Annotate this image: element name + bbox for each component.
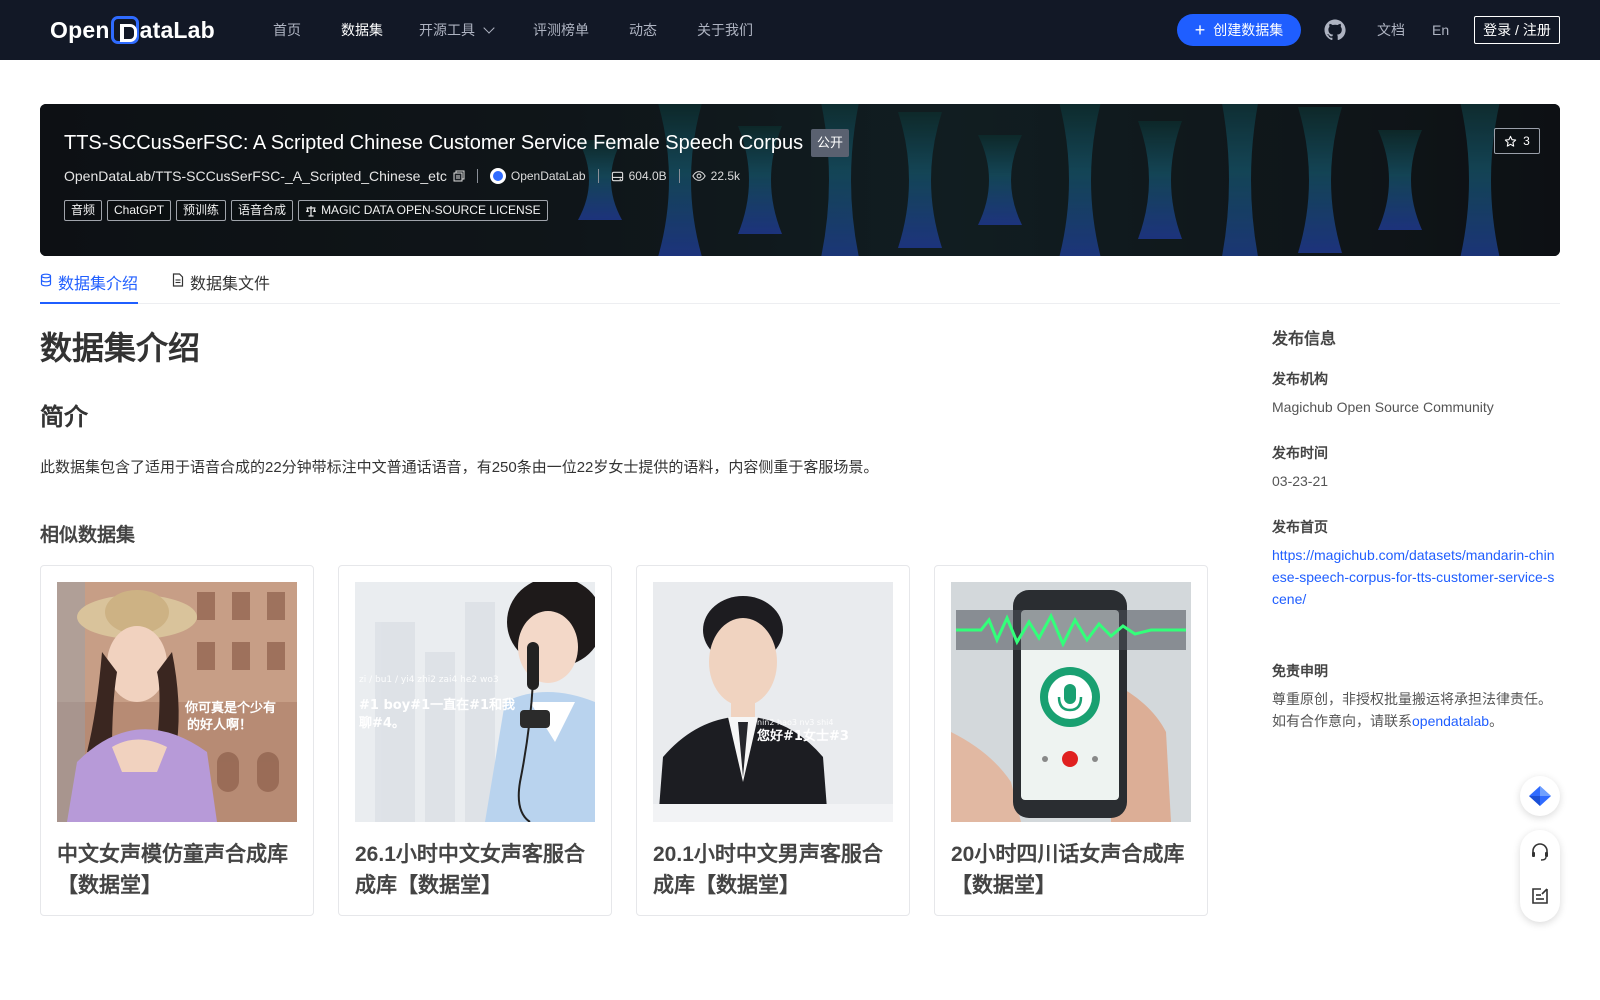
nav-about[interactable]: 关于我们 [697, 20, 753, 40]
card-title: 26.1小时中文女声客服合成库【数据堂】 [355, 843, 585, 897]
card-overlay-text: 您好#1女士#3 [757, 728, 849, 744]
meta-divider [476, 169, 478, 183]
dataset-meta-row: OpenDataLab/TTS-SCCusSerFSC-_A_Scripted_… [64, 166, 740, 186]
card-thumbnail: zi / bu1 / yi4 zhi2 zai4 he2 wo3 #1 boy#… [355, 582, 595, 822]
feedback-icon[interactable] [1530, 886, 1550, 906]
license-icon [306, 205, 317, 217]
back-to-top-icon [1529, 786, 1551, 806]
meta-divider [678, 169, 680, 183]
publisher-value: Magichub Open Source Community [1272, 399, 1494, 415]
chevron-down-icon [483, 22, 495, 34]
disclaimer-suffix: 。 [1489, 713, 1504, 729]
disclaimer-prefix: 如有合作意向，请联系 [1272, 713, 1412, 729]
license-label: MAGIC DATA OPEN-SOURCE LICENSE [321, 203, 541, 217]
card-overlay-text: #1 boy#1一直在#1和我 [359, 697, 515, 713]
logo-text-left: Open [50, 16, 110, 43]
disclaimer-line-1: 尊重原创，非授权批量搬运将承担法律责任。 [1272, 691, 1552, 707]
similar-dataset-card[interactable]: 你可真是个少有 的好人啊！ 中文女声模仿童声合成库【数据堂】 [40, 565, 314, 916]
back-to-top-button[interactable] [1520, 776, 1560, 816]
tag-tts[interactable]: 语音合成 [231, 200, 294, 221]
similar-datasets-title: 相似数据集 [40, 525, 136, 546]
dataset-tabs: 数据集介绍 数据集文件 [40, 262, 1560, 304]
card-thumbnail [951, 582, 1191, 822]
card-title: 中文女声模仿童声合成库【数据堂】 [57, 843, 288, 897]
headset-icon[interactable] [1530, 842, 1550, 862]
plus-icon: + [1194, 20, 1206, 40]
svg-text:nin2 hao3 nv3 shi4: nin2 hao3 nv3 shi4 [757, 718, 833, 727]
star-count: 3 [1523, 134, 1530, 148]
org-avatar [489, 168, 506, 184]
dataset-size: 604.0B [611, 169, 667, 183]
section-title-intro: 简介 [40, 404, 88, 431]
page-title: 数据集介绍 [40, 330, 201, 366]
github-icon[interactable] [1323, 18, 1347, 42]
similar-dataset-card[interactable]: zi / bu1 / yi4 zhi2 zai4 he2 wo3 #1 boy#… [338, 565, 612, 916]
tab-dataset-files[interactable]: 数据集文件 [172, 270, 270, 304]
tag-chatgpt[interactable]: ChatGPT [107, 200, 172, 221]
star-button[interactable]: 3 [1494, 128, 1540, 154]
top-navbar: Open ataLab 首页 数据集 开源工具 评测榜单 动态 关于我们 + 创… [0, 0, 1600, 60]
opendatalab-contact-link[interactable]: opendatalab [1412, 713, 1489, 729]
visibility-badge: 公开 [811, 129, 850, 157]
floating-tools [1520, 830, 1560, 922]
storage-icon [611, 171, 623, 181]
nav-home[interactable]: 首页 [273, 20, 301, 40]
tab-dataset-files-label: 数据集文件 [190, 276, 271, 293]
homepage-label: 发布首页 [1272, 519, 1328, 535]
publisher-label: 发布机构 [1272, 371, 1328, 387]
dataset-title: TTS-SCCusSerFSC: A Scripted Chinese Cust… [64, 132, 804, 154]
card-title: 20小时四川话女声合成库【数据堂】 [951, 843, 1185, 897]
star-icon [1504, 135, 1517, 147]
language-switch[interactable]: En [1432, 20, 1449, 40]
card-overlay-text: 的好人啊！ [187, 717, 252, 733]
copy-icon[interactable] [453, 170, 465, 182]
dataset-views: 22.5k [691, 169, 740, 183]
nav-open-tools[interactable]: 开源工具 [419, 20, 495, 40]
intro-text: 此数据集包含了适用于语音合成的22分钟带标注中文普通话语音，有250条由一位22… [40, 459, 879, 476]
publish-date-value: 03-23-21 [1272, 473, 1329, 489]
database-icon [40, 273, 52, 287]
tag-pretrain[interactable]: 预训练 [176, 200, 227, 221]
login-register-button[interactable]: 登录 / 注册 [1474, 16, 1560, 44]
org-name: OpenDataLab [510, 169, 586, 183]
disclaimer-label: 免责申明 [1272, 663, 1328, 679]
card-title: 20.1小时中文男声客服合成库【数据堂】 [653, 843, 883, 897]
dataset-size-value: 604.0B [628, 169, 667, 183]
nav-leaderboard[interactable]: 评测榜单 [533, 20, 589, 40]
homepage-link[interactable]: https://magichub.com/datasets/mandarin-c… [1272, 544, 1557, 610]
disclaimer-text: 尊重原创，非授权批量搬运将承担法律责任。 如有合作意向，请联系opendatal… [1272, 688, 1562, 732]
create-dataset-button[interactable]: + 创建数据集 [1177, 14, 1301, 46]
similar-dataset-card[interactable]: 20小时四川话女声合成库【数据堂】 [934, 565, 1208, 916]
similar-dataset-card[interactable]: nin2 hao3 nv3 shi4 您好#1女士#3 20.1小时中文男声客服… [636, 565, 910, 916]
repo-path: OpenDataLab/TTS-SCCusSerFSC-_A_Scripted_… [64, 168, 447, 184]
eye-icon [691, 171, 706, 181]
publish-date-label: 发布时间 [1272, 445, 1328, 461]
logo-text-right: ataLab [139, 16, 215, 43]
opendatalab-logo[interactable]: Open ataLab [50, 14, 215, 46]
file-icon [172, 273, 184, 287]
tag-audio[interactable]: 音频 [64, 200, 103, 221]
tag-list: 音频 ChatGPT 预训练 语音合成 MAGIC DATA OPEN-SOUR… [64, 200, 548, 221]
card-overlay-text: 聊#4。 [359, 715, 405, 731]
tab-dataset-intro-label: 数据集介绍 [58, 276, 139, 293]
create-dataset-label: 创建数据集 [1213, 22, 1284, 38]
card-overlay-text: 你可真是个少有 [184, 700, 276, 716]
nav-datasets[interactable]: 数据集 [341, 20, 383, 40]
dataset-banner: TTS-SCCusSerFSC: A Scripted Chinese Cust… [40, 104, 1560, 256]
nav-open-tools-label: 开源工具 [419, 22, 475, 38]
dataset-views-value: 22.5k [710, 169, 740, 183]
nav-news[interactable]: 动态 [629, 20, 657, 40]
tab-dataset-intro[interactable]: 数据集介绍 [40, 270, 139, 304]
card-thumbnail: nin2 hao3 nv3 shi4 您好#1女士#3 [653, 582, 893, 822]
license-tag[interactable]: MAGIC DATA OPEN-SOURCE LICENSE [298, 200, 548, 221]
nav-docs[interactable]: 文档 [1377, 20, 1405, 40]
logo-d-icon [110, 16, 139, 44]
card-thumbnail: 你可真是个少有 的好人啊！ [57, 582, 297, 822]
svg-text:zi / bu1 / yi4 zhi2 zai4 he2 w: zi / bu1 / yi4 zhi2 zai4 he2 wo3 [359, 675, 499, 685]
disclaimer-line-2: 如有合作意向，请联系opendatalab。 [1272, 710, 1562, 732]
sidebar-heading: 发布信息 [1272, 331, 1337, 348]
org-link[interactable]: OpenDataLab [489, 168, 586, 184]
meta-divider [597, 169, 599, 183]
